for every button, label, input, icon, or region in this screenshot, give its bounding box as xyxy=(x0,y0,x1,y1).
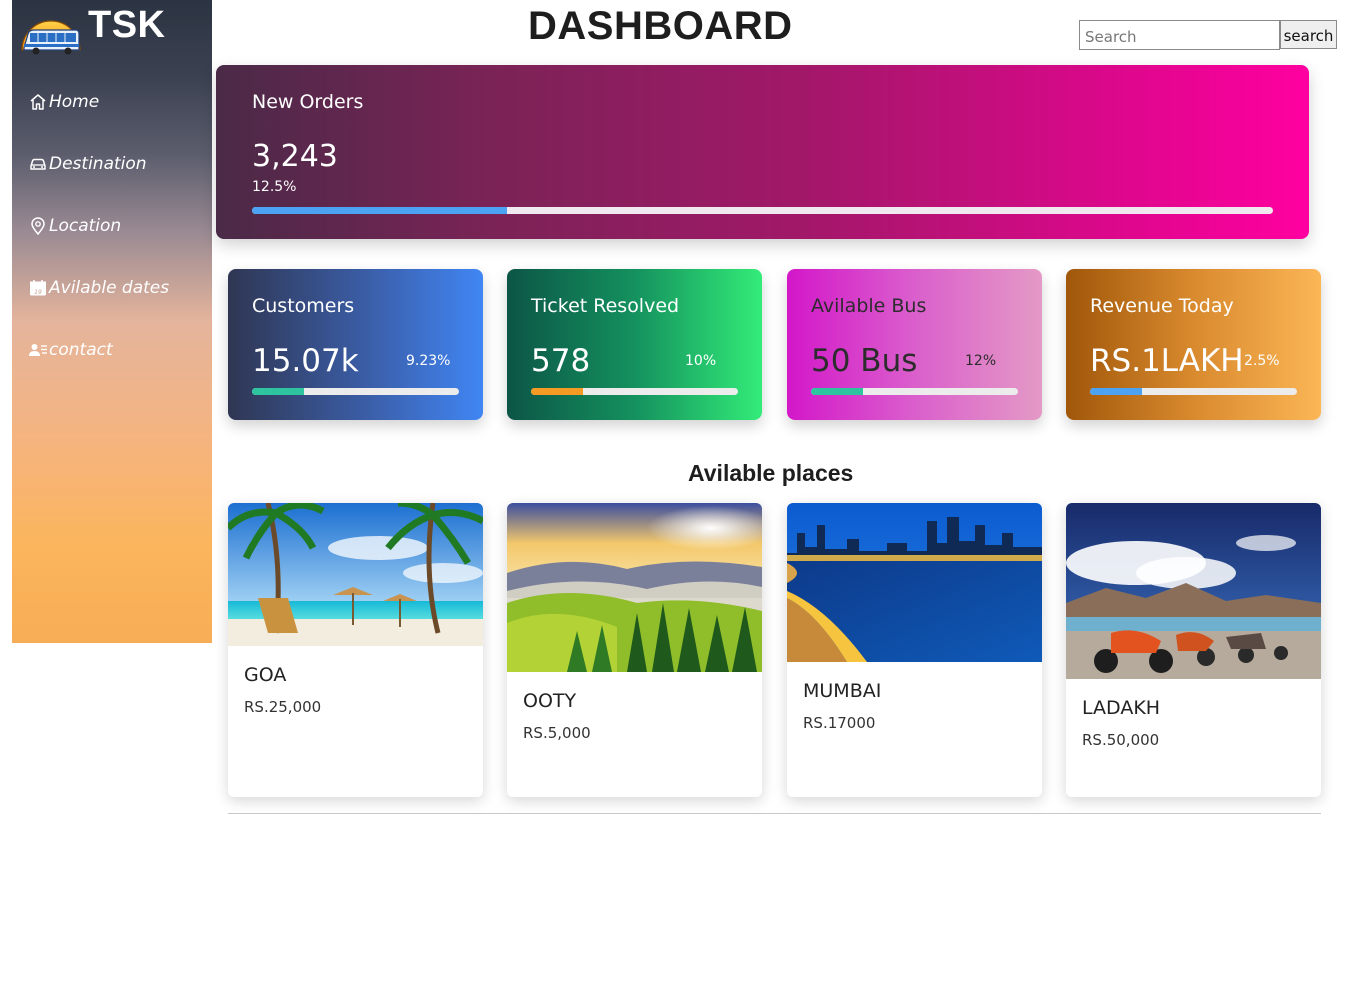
card-label: Ticket Resolved xyxy=(531,295,680,317)
search-input[interactable] xyxy=(1079,20,1280,50)
card-value: 15.07k xyxy=(252,343,359,379)
car-icon xyxy=(30,158,46,170)
progress-fill xyxy=(252,207,508,214)
card-value: 578 xyxy=(531,343,591,379)
card-label: New Orders xyxy=(252,91,364,113)
place-price: RS.50,000 xyxy=(1082,731,1160,749)
calendar-icon: 19 xyxy=(30,280,46,296)
place-name: LADAKH xyxy=(1082,697,1161,719)
progress-bar xyxy=(811,388,1018,395)
home-icon xyxy=(30,94,46,110)
place-card-ooty[interactable]: OOTY RS.5,000 xyxy=(507,503,762,797)
card-percent: 10% xyxy=(685,353,717,369)
mumbai-marine-drive-image xyxy=(787,503,1042,662)
avilable-bus-card: Avilable Bus 50 Bus 12% xyxy=(787,269,1042,420)
divider xyxy=(228,813,1321,814)
sidebar-item-label: Home xyxy=(49,92,100,112)
page-title: DASHBOARD xyxy=(528,4,793,48)
progress-bar xyxy=(531,388,738,395)
customers-card: Customers 15.07k 9.23% xyxy=(228,269,483,420)
place-price: RS.17000 xyxy=(803,714,876,732)
place-price: RS.25,000 xyxy=(244,698,322,716)
progress-fill xyxy=(531,388,583,395)
brand-name: TSK xyxy=(88,4,166,46)
place-card-ladakh[interactable]: LADAKH RS.50,000 xyxy=(1066,503,1321,797)
progress-fill xyxy=(1090,388,1142,395)
ladakh-lake-image xyxy=(1066,503,1321,679)
sidebar: TSK Home Destination Location 19 Avilabl… xyxy=(12,0,212,643)
progress-fill xyxy=(811,388,863,395)
progress-bar xyxy=(252,388,459,395)
sidebar-item-home[interactable]: Home xyxy=(28,92,99,112)
progress-fill xyxy=(252,388,304,395)
ooty-hills-image xyxy=(507,503,762,672)
place-name: OOTY xyxy=(523,690,577,712)
card-percent: 2.5% xyxy=(1244,353,1280,369)
section-title: Avilable places xyxy=(688,460,854,486)
search-button[interactable]: search xyxy=(1280,20,1337,49)
ticket-resolved-card: Ticket Resolved 578 10% xyxy=(507,269,762,420)
card-percent: 9.23% xyxy=(406,353,451,369)
new-orders-card: New Orders 3,243 12.5% xyxy=(216,65,1309,239)
place-card-mumbai[interactable]: MUMBAI RS.17000 xyxy=(787,503,1042,797)
card-label: Customers xyxy=(252,295,355,317)
progress-bar xyxy=(1090,388,1297,395)
sidebar-item-label: Avilable dates xyxy=(49,278,170,298)
place-name: GOA xyxy=(244,664,287,686)
card-value: RS.1LAKH xyxy=(1090,343,1244,379)
card-value: 3,243 xyxy=(252,139,338,174)
revenue-today-card: Revenue Today RS.1LAKH 2.5% xyxy=(1066,269,1321,420)
place-card-goa[interactable]: GOA RS.25,000 xyxy=(228,503,483,797)
contact-icon xyxy=(29,344,47,356)
svg-text:19: 19 xyxy=(34,289,42,296)
sidebar-item-label: contact xyxy=(49,340,113,360)
card-percent: 12.5% xyxy=(252,179,297,195)
sidebar-item-avilable-dates[interactable]: 19 Avilable dates xyxy=(28,278,169,298)
card-label: Revenue Today xyxy=(1090,295,1234,317)
card-percent: 12% xyxy=(965,353,997,369)
sidebar-item-label: Destination xyxy=(49,154,147,174)
place-name: MUMBAI xyxy=(803,680,882,702)
goa-beach-image xyxy=(228,503,483,646)
bus-sunset-logo xyxy=(21,20,81,55)
progress-bar xyxy=(252,207,1273,214)
sidebar-item-destination[interactable]: Destination xyxy=(28,154,147,174)
sidebar-item-label: Location xyxy=(49,216,122,236)
location-pin-icon xyxy=(31,217,45,236)
place-price: RS.5,000 xyxy=(523,724,591,742)
sidebar-item-contact[interactable]: contact xyxy=(28,340,113,360)
card-value: 50 Bus xyxy=(811,343,918,379)
card-label: Avilable Bus xyxy=(811,295,927,317)
sidebar-item-location[interactable]: Location xyxy=(28,216,121,236)
